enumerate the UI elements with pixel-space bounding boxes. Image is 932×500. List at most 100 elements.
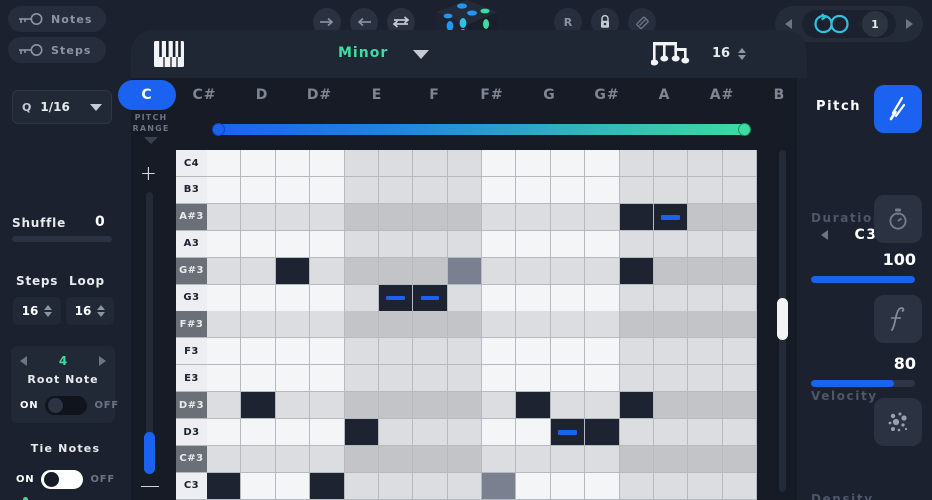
grid-cell[interactable] xyxy=(447,150,482,177)
next-root-button[interactable] xyxy=(98,356,106,366)
next-loop-button[interactable] xyxy=(906,19,913,29)
grid-cell[interactable] xyxy=(619,419,654,446)
grid-cell[interactable] xyxy=(275,311,311,339)
grid-cell[interactable] xyxy=(550,392,586,420)
grid-cell[interactable] xyxy=(482,203,517,231)
grid-cell[interactable] xyxy=(619,284,654,312)
grid-cell[interactable] xyxy=(619,365,654,393)
grid-cell[interactable] xyxy=(688,338,723,366)
pitch-note-Asharp[interactable]: A# xyxy=(693,80,751,110)
grid-cell[interactable] xyxy=(722,365,757,393)
grid-cell[interactable] xyxy=(722,176,757,204)
grid-cell[interactable] xyxy=(619,445,654,473)
grid-cell[interactable] xyxy=(378,257,414,285)
grid-cell[interactable] xyxy=(275,257,311,285)
grid-row-label[interactable]: C4 xyxy=(176,150,207,177)
grid-cell[interactable] xyxy=(550,203,586,231)
grid-cell[interactable] xyxy=(585,392,620,420)
grid-cell[interactable] xyxy=(344,392,379,420)
grid-cell[interactable] xyxy=(722,445,757,473)
grid-cell[interactable] xyxy=(688,203,723,231)
grid-cell[interactable] xyxy=(413,230,448,258)
grid-cell[interactable] xyxy=(447,203,482,231)
grid-cell[interactable] xyxy=(310,230,345,258)
grid-cell[interactable] xyxy=(516,392,551,420)
grid-cell[interactable] xyxy=(447,284,482,312)
grid-cell[interactable] xyxy=(550,365,586,393)
grid-cell[interactable] xyxy=(722,257,757,285)
grid-cell[interactable] xyxy=(482,445,517,473)
grid-cell[interactable] xyxy=(516,472,551,500)
grid-cell[interactable] xyxy=(207,365,242,393)
grid-cell[interactable] xyxy=(550,257,586,285)
grid-cell[interactable] xyxy=(207,311,242,339)
grid-cell[interactable] xyxy=(688,311,723,339)
grid-cell[interactable] xyxy=(241,365,276,393)
grid-cell[interactable] xyxy=(585,419,620,446)
grid-cell[interactable] xyxy=(619,338,654,366)
prev-loop-button[interactable] xyxy=(785,19,792,29)
grid-cell[interactable] xyxy=(482,338,517,366)
grid-cell[interactable] xyxy=(585,338,620,366)
grid-cell[interactable] xyxy=(653,150,689,177)
grid-cell[interactable] xyxy=(550,150,586,177)
pitch-range-gradient-slider[interactable] xyxy=(212,123,751,136)
pitch-note-Gsharp[interactable]: G# xyxy=(578,80,636,110)
grid-cell[interactable] xyxy=(207,472,242,500)
grid-cell[interactable] xyxy=(344,284,379,312)
grid-cell[interactable] xyxy=(653,257,689,285)
grid-cell[interactable] xyxy=(550,284,586,312)
grid-cell[interactable] xyxy=(722,230,757,258)
shuffle-slider[interactable] xyxy=(12,236,112,242)
grid-cell[interactable] xyxy=(447,472,482,500)
grid-cell[interactable] xyxy=(447,392,482,420)
grid-cell[interactable] xyxy=(310,257,345,285)
pitch-range-collapse-icon[interactable] xyxy=(144,137,158,144)
grid-cell[interactable] xyxy=(550,338,586,366)
grid-cell[interactable] xyxy=(722,311,757,339)
grid-cell[interactable] xyxy=(241,150,276,177)
grid-cell[interactable] xyxy=(413,365,448,393)
grid-cell[interactable] xyxy=(585,230,620,258)
loop-stepper[interactable]: 16 xyxy=(66,297,114,325)
grid-cell[interactable] xyxy=(241,392,276,420)
grid-cell[interactable] xyxy=(585,150,620,177)
grid-row-label[interactable]: D#3 xyxy=(176,392,207,420)
grid-cell[interactable] xyxy=(275,419,311,446)
grid-row-label[interactable]: G3 xyxy=(176,284,207,312)
grid-cell[interactable] xyxy=(722,472,757,500)
grid-cell[interactable] xyxy=(653,365,689,393)
notes-key-toggle[interactable]: Notes xyxy=(8,6,106,32)
grid-cell[interactable] xyxy=(344,230,379,258)
prev-octave-button[interactable] xyxy=(821,230,828,240)
grid-cell[interactable] xyxy=(653,311,689,339)
pitch-note-D[interactable]: D xyxy=(233,80,291,110)
grid-cell[interactable] xyxy=(516,445,551,473)
grid-cell[interactable] xyxy=(310,203,345,231)
grid-cell[interactable] xyxy=(413,176,448,204)
grid-cell[interactable] xyxy=(550,445,586,473)
grid-cell[interactable] xyxy=(516,365,551,393)
grid-row-label[interactable]: F#3 xyxy=(176,311,207,339)
pitch-range-slider-thumb[interactable] xyxy=(144,432,155,474)
note-grid[interactable]: C4 B3 A#3 A3 G#3 G3 F#3 F3 E3 D#3 D3 C#3 C3 xyxy=(176,150,757,500)
grid-cell[interactable] xyxy=(241,203,276,231)
pitch-note-G[interactable]: G xyxy=(521,80,579,110)
grid-cell[interactable] xyxy=(688,150,723,177)
grid-cell[interactable] xyxy=(653,176,689,204)
grid-cell[interactable] xyxy=(378,176,414,204)
grid-cell[interactable] xyxy=(241,445,276,473)
grid-scrollbar-thumb[interactable] xyxy=(777,298,788,340)
grid-cell[interactable] xyxy=(653,203,689,231)
grid-cell[interactable] xyxy=(653,392,689,420)
grid-row-label[interactable]: C3 xyxy=(176,472,207,500)
grid-cell[interactable] xyxy=(275,176,311,204)
grid-cell[interactable] xyxy=(207,203,242,231)
grid-cell[interactable] xyxy=(413,472,448,500)
grid-cell[interactable] xyxy=(378,365,414,393)
grid-cell[interactable] xyxy=(653,284,689,312)
note-velocity-bar[interactable] xyxy=(386,295,405,301)
grid-cell[interactable] xyxy=(344,257,379,285)
root-note-toggle[interactable]: ON OFF xyxy=(20,396,119,415)
grid-cell[interactable] xyxy=(207,392,242,420)
